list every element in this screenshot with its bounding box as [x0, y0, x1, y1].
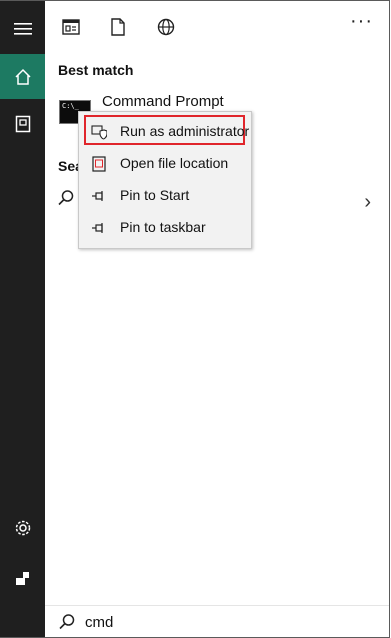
menu-item-run-as-administrator[interactable]: Run as administrator — [79, 115, 251, 147]
settings-gear-icon[interactable] — [0, 505, 45, 550]
chevron-right-icon[interactable]: › — [364, 191, 371, 214]
menu-item-label: Run as administrator — [120, 123, 250, 139]
account-icon[interactable] — [0, 555, 45, 600]
best-match-heading: Best match — [58, 62, 134, 78]
menu-item-pin-to-start[interactable]: Pin to Start — [79, 181, 251, 211]
left-rail — [0, 1, 45, 637]
file-location-icon — [91, 156, 107, 172]
top-toolbar: ··· — [45, 1, 389, 55]
search-icon — [58, 190, 74, 206]
documents-icon[interactable] — [0, 101, 45, 146]
context-menu: Run as administrator Open file location … — [78, 111, 252, 249]
start-search-panel: ··· Best match C:\_ Command Prompt Sea ›… — [0, 0, 390, 638]
search-box[interactable]: cmd — [45, 605, 389, 637]
hamburger-menu-icon[interactable] — [0, 6, 45, 51]
pin-icon — [91, 188, 107, 204]
web-icon[interactable] — [155, 16, 177, 38]
apps-icon[interactable] — [60, 16, 82, 38]
search-input[interactable]: cmd — [85, 614, 113, 631]
pin-icon — [91, 220, 107, 236]
menu-item-label: Open file location — [120, 155, 229, 171]
search-icon — [59, 614, 75, 630]
result-label: Command Prompt — [102, 93, 224, 110]
menu-item-label: Pin to taskbar — [120, 219, 206, 235]
document-icon[interactable] — [107, 16, 129, 38]
shield-admin-icon — [91, 124, 107, 140]
menu-item-open-file-location[interactable]: Open file location — [79, 149, 251, 179]
more-options-button[interactable]: ··· — [350, 10, 373, 33]
menu-item-label: Pin to Start — [120, 187, 190, 203]
home-icon[interactable] — [0, 54, 45, 99]
menu-item-pin-to-taskbar[interactable]: Pin to taskbar — [79, 213, 251, 243]
